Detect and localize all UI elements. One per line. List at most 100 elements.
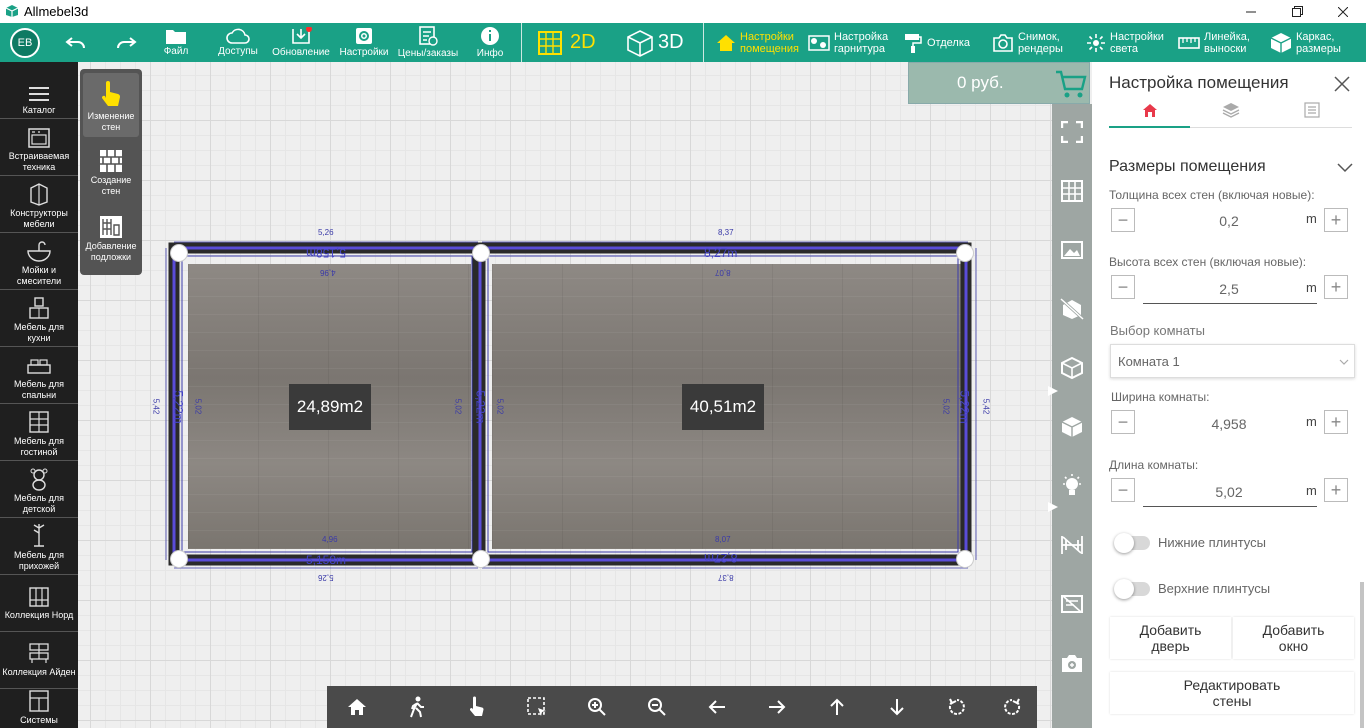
- bottom-plinth-toggle[interactable]: [1114, 533, 1150, 553]
- top-plinth-toggle[interactable]: [1114, 579, 1150, 599]
- wall-thickness-decrement[interactable]: −: [1111, 208, 1135, 232]
- close-window-button[interactable]: [1320, 0, 1366, 23]
- image-button[interactable]: [1052, 230, 1092, 270]
- snapshot-button[interactable]: Снимок, рендеры: [992, 23, 1063, 62]
- set-settings-button[interactable]: Настройка гарнитура: [808, 23, 888, 62]
- sidebar-item-living-room[interactable]: Мебель для гостиной: [0, 404, 78, 461]
- add-window-button[interactable]: Добавить окно: [1233, 617, 1354, 659]
- close-panel-button[interactable]: [1334, 76, 1350, 92]
- room-width-value[interactable]: 4,958: [1144, 416, 1314, 432]
- undo-button[interactable]: [60, 23, 92, 62]
- room-length-decrement[interactable]: −: [1111, 478, 1135, 502]
- sidebar-item-storage[interactable]: Системы: [0, 689, 78, 728]
- move-left-button[interactable]: [687, 686, 747, 728]
- room-length-increment[interactable]: +: [1324, 478, 1348, 502]
- add-underlay-tool[interactable]: Добавление подложки: [83, 209, 139, 271]
- rotate-left-button[interactable]: [927, 686, 987, 728]
- hide-walls-button[interactable]: [1052, 289, 1092, 329]
- create-walls-tool[interactable]: Создание стен: [83, 143, 139, 203]
- edit-walls-tool[interactable]: Изменение стен: [83, 73, 139, 137]
- room-select[interactable]: Комната 1: [1110, 344, 1355, 378]
- unit-label: m: [1306, 414, 1317, 429]
- grid-toggle-button[interactable]: [1052, 171, 1092, 211]
- select-area-button[interactable]: [507, 686, 567, 728]
- hide-dimensions-button[interactable]: [1052, 525, 1092, 565]
- wall-node[interactable]: [956, 550, 974, 568]
- wall-node[interactable]: [956, 244, 974, 262]
- box-solid-button[interactable]: [1052, 407, 1092, 447]
- sidebar-item-kitchen[interactable]: Мебель для кухни: [0, 290, 78, 347]
- tab-list[interactable]: [1271, 102, 1352, 128]
- room-width-decrement[interactable]: −: [1111, 410, 1135, 434]
- move-down-button[interactable]: [867, 686, 927, 728]
- room-2-area-label[interactable]: 40,51m2: [682, 384, 764, 430]
- panel-scrollbar[interactable]: [1360, 582, 1364, 728]
- wall-node[interactable]: [170, 244, 188, 262]
- wall-thickness-value[interactable]: 0,2: [1144, 213, 1314, 229]
- fullscreen-button[interactable]: [1052, 112, 1092, 152]
- plan-canvas[interactable]: 5,26 5,158m 4,96 4,96 5,158m 5,26 5,42 5…: [78, 62, 1052, 728]
- user-avatar[interactable]: EB: [10, 28, 40, 58]
- prices-orders-button[interactable]: Цены/заказы: [396, 23, 460, 62]
- zoom-in-button[interactable]: [567, 686, 627, 728]
- close-icon: [1334, 76, 1350, 92]
- wall-thickness-increment[interactable]: +: [1324, 208, 1348, 232]
- wall-node[interactable]: [472, 550, 490, 568]
- update-button[interactable]: Обновление: [272, 23, 330, 62]
- wall-tools-panel: Изменение стен Создание стен Добавление под…: [80, 69, 142, 275]
- dim-room2-outer-top: 8,37: [718, 228, 734, 237]
- wall-node[interactable]: [472, 244, 490, 262]
- wall-height-input[interactable]: 2,5: [1144, 281, 1314, 297]
- file-button[interactable]: Файл: [158, 23, 194, 62]
- arrow-up-icon: [830, 698, 844, 715]
- sidebar-item-hallway[interactable]: Мебель для прихожей: [0, 518, 78, 575]
- walk-mode-button[interactable]: [387, 686, 447, 728]
- move-right-button[interactable]: [747, 686, 807, 728]
- sidebar-item-catalog[interactable]: Каталог: [0, 62, 78, 119]
- ruler-button[interactable]: Линейка, выноски: [1178, 23, 1250, 62]
- access-button[interactable]: Доступы: [216, 23, 260, 62]
- room-width-increment[interactable]: +: [1324, 410, 1348, 434]
- sidebar-item-furniture-constructors[interactable]: Конструкторы мебели: [0, 176, 78, 233]
- tab-room[interactable]: [1109, 102, 1190, 128]
- sidebar-item-sinks[interactable]: Мойки и смесители: [0, 233, 78, 290]
- tab-layers[interactable]: [1190, 102, 1271, 128]
- sidebar-item-kids-room[interactable]: Мебель для детской: [0, 461, 78, 518]
- sidebar-item-collection-aiden[interactable]: Коллекция Айден: [0, 632, 78, 689]
- cart-summary[interactable]: 0 руб.: [908, 62, 1090, 104]
- wall-height-decrement[interactable]: −: [1111, 275, 1135, 299]
- catalog-sidebar: Каталог Встраиваемая техника Конструкторы…: [0, 62, 78, 728]
- frame-button[interactable]: Каркас, размеры: [1270, 23, 1341, 62]
- mode-2d-button[interactable]: 2D: [536, 23, 596, 62]
- hide-labels-button[interactable]: [1052, 584, 1092, 624]
- dim-room2-outer-right: 5,42: [981, 398, 991, 415]
- restore-button[interactable]: [1274, 0, 1320, 23]
- dim-room1-inner-bottom: 4,96: [322, 535, 338, 544]
- move-up-button[interactable]: [807, 686, 867, 728]
- zoom-out-button[interactable]: [627, 686, 687, 728]
- room-length-input[interactable]: 5,02: [1144, 484, 1314, 500]
- mode-3d-button[interactable]: 3D: [626, 23, 684, 62]
- wall-height-increment[interactable]: +: [1324, 275, 1348, 299]
- light-settings-button[interactable]: Настройки света: [1086, 23, 1164, 62]
- minimize-button[interactable]: [1228, 0, 1274, 23]
- wall-node[interactable]: [170, 550, 188, 568]
- rotate-right-button[interactable]: [987, 686, 1037, 728]
- box-outline-button[interactable]: [1052, 348, 1092, 388]
- screenshot-button[interactable]: [1052, 643, 1092, 683]
- add-door-button[interactable]: Добавить дверь: [1110, 617, 1231, 659]
- info-button[interactable]: Инфо: [474, 23, 506, 62]
- lighting-button[interactable]: [1052, 466, 1092, 506]
- redo-button[interactable]: [110, 23, 142, 62]
- sidebar-item-collection-nord[interactable]: Коллекция Норд: [0, 575, 78, 632]
- section-collapse-button[interactable]: [1337, 160, 1353, 178]
- edit-walls-button[interactable]: Редактировать стены: [1110, 672, 1354, 714]
- settings-button[interactable]: Настройки: [338, 23, 390, 62]
- room-settings-button[interactable]: Настройки помещения: [716, 23, 799, 62]
- sidebar-item-bedroom[interactable]: Мебель для спальни: [0, 347, 78, 404]
- room-1-area-label[interactable]: 24,89m2: [289, 384, 371, 430]
- home-view-button[interactable]: [327, 686, 387, 728]
- sidebar-item-appliances[interactable]: Встраиваемая техника: [0, 119, 78, 176]
- pan-button[interactable]: [447, 686, 507, 728]
- finish-button[interactable]: Отделка: [903, 23, 970, 62]
